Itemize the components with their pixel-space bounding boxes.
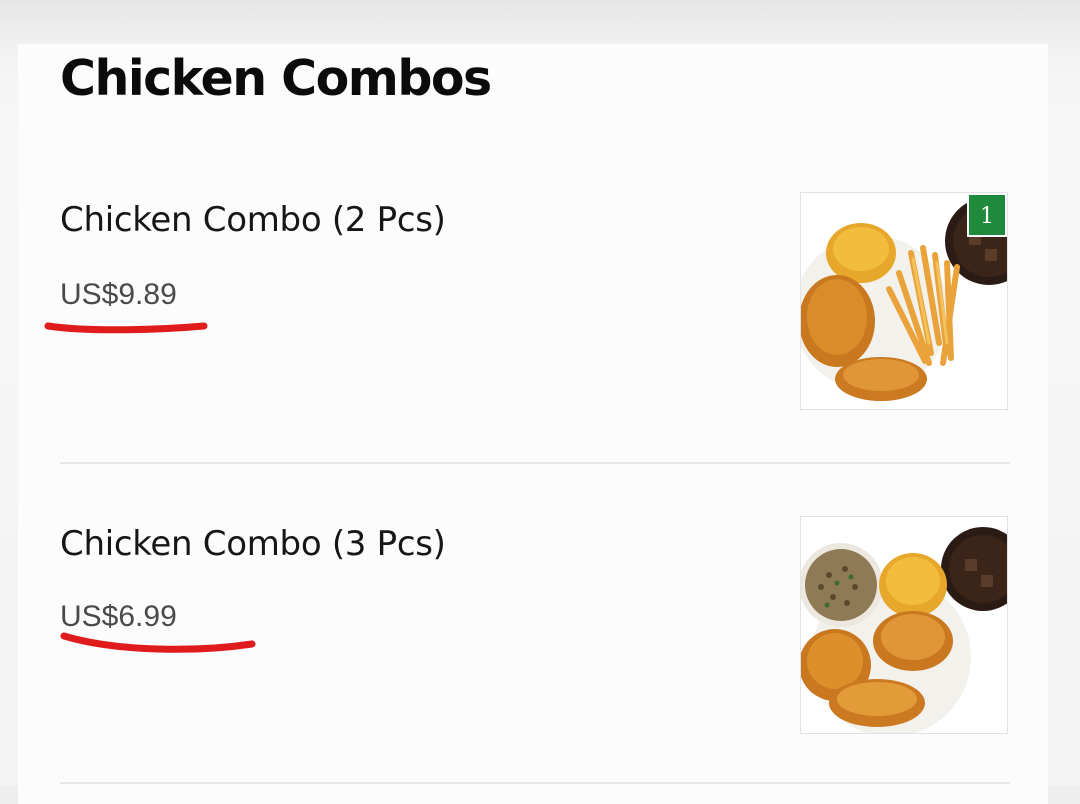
menu-item[interactable]: Chicken Combo (3 Pcs) US$6.99	[18, 486, 1048, 786]
menu-item-image[interactable]: 1	[800, 192, 1008, 410]
item-divider	[60, 462, 1010, 464]
menu-item[interactable]: Chicken Combo (2 Pcs) US$9.89 1	[18, 160, 1048, 460]
red-underline-annotation	[44, 322, 208, 334]
menu-item-image[interactable]	[800, 516, 1008, 734]
quantity-badge: 1	[967, 193, 1007, 237]
red-underline-annotation	[60, 632, 256, 653]
fried-chicken-rice-drink-icon	[801, 517, 1007, 733]
section-title: Chicken Combos	[60, 50, 492, 107]
item-divider	[60, 782, 1010, 784]
